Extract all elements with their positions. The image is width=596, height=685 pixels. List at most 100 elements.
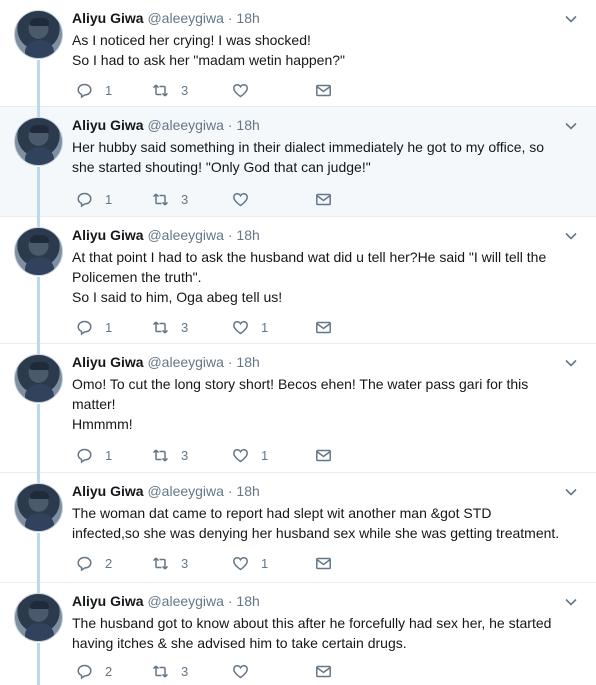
reply-icon [77, 192, 92, 207]
retweet-button[interactable]: 3 [152, 553, 188, 573]
thread-connector [37, 583, 40, 593]
like-count: 1 [261, 319, 269, 335]
tweet[interactable]: Aliyu Giwa @aleeygiwa · 18h The woman da… [0, 473, 596, 583]
author-handle[interactable]: @aleeygiwa [147, 10, 223, 26]
heart-icon [233, 83, 248, 97]
retweet-icon [152, 192, 169, 206]
chevron-down-icon[interactable] [564, 356, 578, 370]
reply-count: 1 [105, 447, 113, 463]
thread-connector [37, 277, 40, 344]
heart-icon [233, 320, 248, 334]
author-name[interactable]: Aliyu Giwa [72, 117, 144, 133]
avatar[interactable] [14, 227, 63, 276]
reply-count: 1 [105, 319, 113, 335]
chevron-down-icon[interactable] [564, 12, 578, 26]
tweet[interactable]: Aliyu Giwa @aleeygiwa · 18h Her hubby sa… [0, 107, 596, 217]
author-name[interactable]: Aliyu Giwa [72, 354, 144, 370]
reply-button[interactable]: 2 [76, 553, 112, 573]
tweet-line: As I noticed her crying! I was shocked! [72, 32, 311, 48]
envelope-icon [316, 449, 331, 461]
like-count: 1 [261, 447, 269, 463]
tweet-line: infected,so she was denying her husband … [72, 525, 560, 541]
author-handle[interactable]: @aleeygiwa [147, 117, 223, 133]
direct-message-button[interactable] [315, 317, 332, 337]
separator: · [227, 10, 233, 26]
thread-connector [37, 344, 40, 354]
like-button[interactable] [232, 80, 261, 100]
reply-button[interactable]: 1 [76, 317, 112, 337]
like-button[interactable] [232, 661, 261, 681]
retweet-icon [152, 83, 169, 97]
timestamp[interactable]: 18h [236, 354, 259, 370]
direct-message-button[interactable] [315, 661, 332, 681]
retweet-button[interactable]: 3 [152, 189, 188, 209]
direct-message-button[interactable] [315, 80, 332, 100]
retweet-button[interactable]: 3 [152, 445, 188, 465]
author-handle[interactable]: @aleeygiwa [147, 483, 223, 499]
tweet-text: Omo! To cut the long story short! Becos … [72, 374, 572, 434]
tweet-line: Policemen the truth". [72, 269, 202, 285]
author-handle[interactable]: @aleeygiwa [147, 354, 223, 370]
timestamp[interactable]: 18h [236, 227, 259, 243]
retweet-button[interactable]: 3 [152, 80, 188, 100]
reply-button[interactable]: 1 [76, 80, 112, 100]
separator: · [227, 483, 233, 499]
envelope-icon [316, 557, 331, 569]
like-button[interactable]: 1 [232, 317, 268, 337]
avatar[interactable] [14, 117, 63, 166]
tweet-line: Hmmmm! [72, 416, 133, 432]
envelope-icon [316, 84, 331, 96]
chevron-down-icon[interactable] [564, 595, 578, 609]
tweet-line: The husband got to know about this after… [72, 615, 552, 631]
direct-message-button[interactable] [315, 553, 332, 573]
author-name[interactable]: Aliyu Giwa [72, 593, 144, 609]
avatar[interactable] [14, 354, 63, 403]
chevron-down-icon[interactable] [564, 229, 578, 243]
tweet-line: So I said to him, Oga abeg tell us! [72, 289, 283, 305]
tweet-line: she started shouting! "Only God that can… [72, 159, 371, 175]
tweet-text: Her hubby said something in their dialec… [72, 137, 572, 177]
author-name[interactable]: Aliyu Giwa [72, 227, 144, 243]
tweet-line: having itches & she advised him to take … [72, 635, 407, 651]
tweet[interactable]: Aliyu Giwa @aleeygiwa · 18h At that poin… [0, 217, 596, 344]
tweet[interactable]: Aliyu Giwa @aleeygiwa · 18h Omo! To cut … [0, 344, 596, 473]
reply-icon [77, 83, 92, 98]
reply-button[interactable]: 2 [76, 661, 112, 681]
retweet-button[interactable]: 3 [152, 661, 188, 681]
tweet-line: The woman dat came to report had slept w… [72, 505, 492, 521]
chevron-down-icon[interactable] [564, 119, 578, 133]
author-handle[interactable]: @aleeygiwa [147, 593, 223, 609]
like-button[interactable]: 1 [232, 553, 268, 573]
direct-message-button[interactable] [315, 189, 332, 209]
timestamp[interactable]: 18h [236, 10, 259, 26]
author-name[interactable]: Aliyu Giwa [72, 10, 144, 26]
author-name[interactable]: Aliyu Giwa [72, 483, 144, 499]
tweet-header: Aliyu Giwa @aleeygiwa · 18h [72, 116, 260, 134]
author-handle[interactable]: @aleeygiwa [147, 227, 223, 243]
heart-icon [233, 664, 248, 678]
reply-icon [77, 448, 92, 463]
tweet[interactable]: Aliyu Giwa @aleeygiwa · 18h The husband … [0, 583, 596, 685]
tweet-actions: 1 3 1 [72, 317, 372, 337]
reply-button[interactable]: 1 [76, 445, 112, 465]
thread-connector [37, 60, 40, 107]
avatar[interactable] [14, 10, 63, 59]
timestamp[interactable]: 18h [236, 483, 259, 499]
retweet-icon [152, 556, 169, 570]
timestamp[interactable]: 18h [236, 593, 259, 609]
avatar[interactable] [14, 483, 63, 532]
thread-connector [37, 107, 40, 117]
timestamp[interactable]: 18h [236, 117, 259, 133]
heart-icon [233, 448, 248, 462]
avatar[interactable] [14, 593, 63, 642]
like-button[interactable]: 1 [232, 445, 268, 465]
tweet[interactable]: Aliyu Giwa @aleeygiwa · 18h As I noticed… [0, 0, 596, 107]
direct-message-button[interactable] [315, 445, 332, 465]
tweet-header: Aliyu Giwa @aleeygiwa · 18h [72, 9, 260, 27]
tweet-actions: 2 3 [72, 661, 372, 681]
tweet-text: The husband got to know about this after… [72, 613, 572, 653]
retweet-button[interactable]: 3 [152, 317, 188, 337]
chevron-down-icon[interactable] [564, 485, 578, 499]
like-button[interactable] [232, 189, 261, 209]
reply-button[interactable]: 1 [76, 189, 112, 209]
